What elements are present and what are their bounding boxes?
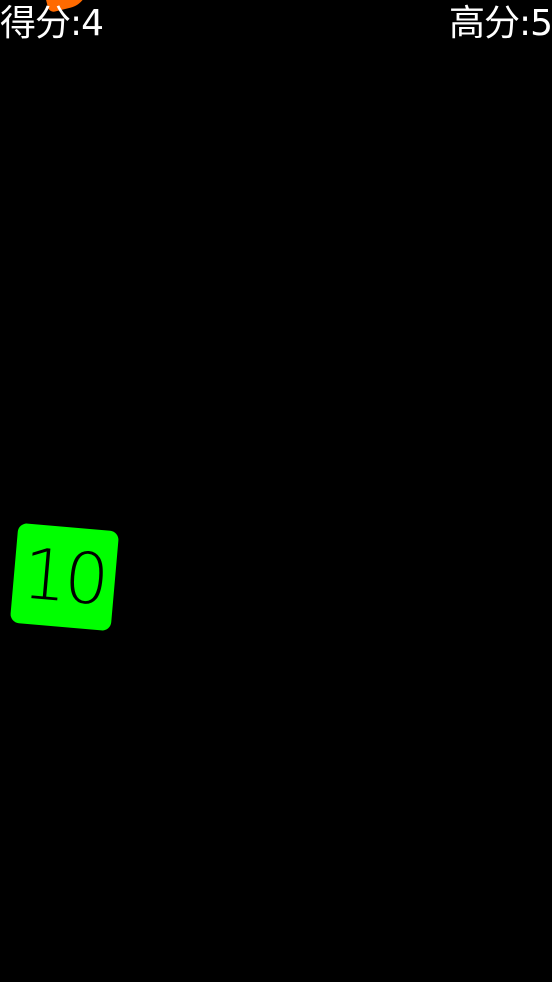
game-canvas[interactable]: 得分:4 高分:5 10 — [0, 0, 552, 982]
current-score: 得分:4 — [0, 3, 104, 44]
tile-number: 10 — [19, 532, 110, 622]
high-score: 高分:5 — [448, 3, 552, 44]
number-tile[interactable]: 10 — [9, 522, 120, 632]
